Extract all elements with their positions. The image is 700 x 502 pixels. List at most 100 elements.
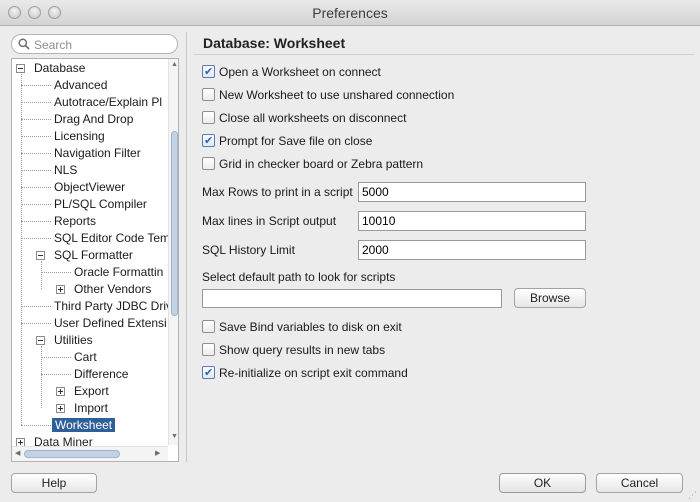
tree-item[interactable]: Worksheet [52,417,116,434]
tree-item-label: Third Party JDBC Driv [54,299,173,313]
tree-item[interactable]: Difference [72,366,130,383]
tree-guide-line [41,261,42,289]
tree-item-label: SQL Editor Code Tem [54,231,171,245]
tree-item[interactable]: Import [72,400,110,417]
checkbox-label: Save Bind variables to disk on exit [219,320,402,334]
tree-item-label: Other Vendors [74,282,152,296]
checkbox-label: Show query results in new tabs [219,343,386,357]
tree-item[interactable]: SQL Editor Code Tem [52,230,172,247]
collapse-icon[interactable] [36,336,45,345]
tree-item[interactable]: Navigation Filter [52,145,143,162]
tree-item[interactable]: Advanced [52,77,109,94]
tree-item[interactable]: Oracle Formattin [72,264,165,281]
preferences-tree: Database Advanced Autotrace/Explain Pl Drag… [11,58,179,462]
tree-vertical-scrollbar[interactable]: ▲ ▼ [168,59,178,445]
checkbox-box[interactable] [202,64,215,80]
tree-item-label: Navigation Filter [54,146,141,160]
checkbox-label: Re-initialize on script exit command [219,366,408,380]
scroll-right-arrow-icon[interactable]: ▶ [155,449,160,457]
checkbox-box[interactable] [202,88,215,101]
default-path-label: Select default path to look for scripts [202,270,396,284]
checkbox-label: New Worksheet to use unshared connection [219,88,455,102]
scroll-up-arrow-icon[interactable]: ▲ [171,61,178,68]
sql-history-limit-label: SQL History Limit [202,243,295,257]
tree-connector [21,136,51,137]
tree-connector [21,170,51,171]
tree-item[interactable]: NLS [52,162,79,179]
window-title: Preferences [312,5,388,21]
tree-item[interactable]: Drag And Drop [52,111,135,128]
expand-icon[interactable] [56,387,65,396]
search-input[interactable] [34,37,172,52]
tree-item-label: Import [74,401,109,415]
title-separator [194,54,694,55]
split-pane-divider[interactable] [186,32,187,462]
tree-connector [21,187,51,188]
tree-item[interactable]: Cart [72,349,99,366]
help-button[interactable]: Help [11,473,97,493]
expand-icon[interactable] [56,404,65,413]
tree-item-label: Export [74,384,109,398]
ok-button[interactable]: OK [499,473,586,493]
scroll-down-arrow-icon[interactable]: ▼ [171,433,178,440]
checkbox-label: Prompt for Save file on close [219,134,373,148]
tree-item-label: Licensing [54,129,105,143]
tree-item[interactable]: Licensing [52,128,107,145]
tree-connector [21,323,51,324]
tree-guide-line [41,346,42,408]
cancel-button[interactable]: Cancel [596,473,683,493]
checkbox-box[interactable] [202,133,215,149]
checkbox-label: Grid in checker board or Zebra pattern [219,157,424,171]
tree-item-label: Database [34,61,86,75]
tree-connector [21,85,51,86]
tree-connector [21,238,51,239]
tree-item[interactable]: SQL Formatter [52,247,135,264]
tree-item[interactable]: Export [72,383,111,400]
tree-item-label: Advanced [54,78,108,92]
browse-button[interactable]: Browse [514,288,586,308]
search-box[interactable] [11,34,178,54]
title-bar: Preferences [0,0,700,26]
tree-item[interactable]: User Defined Extensi [52,315,169,332]
tree-horizontal-scroll-thumb[interactable] [24,450,120,458]
tree-connector [21,204,51,205]
tree-item-label: Difference [74,367,129,381]
tree-item[interactable]: Third Party JDBC Driv [52,298,174,315]
tree-item-label: Oracle Formattin [74,265,164,279]
tree-item[interactable]: Reports [52,213,98,230]
tree-connector [21,119,51,120]
tree-item-label: Autotrace/Explain Pl [54,95,163,109]
tree-connector [21,425,51,426]
tree-item-label: Reports [54,214,97,228]
checkbox-label: Close all worksheets on disconnect [219,111,407,125]
expand-icon[interactable] [56,285,65,294]
checkbox-box[interactable] [202,320,215,333]
collapse-icon[interactable] [36,251,45,260]
max-rows-input[interactable] [358,182,586,202]
tree-item-label: User Defined Extensi [54,316,167,330]
tree-horizontal-scrollbar[interactable]: ◀ ▶ [12,446,168,461]
tree-item-label: PL/SQL Compiler [54,197,147,211]
max-lines-input[interactable] [358,211,586,231]
tree-item[interactable]: ObjectViewer [52,179,127,196]
tree-item[interactable]: Database [32,60,87,77]
tree-item-label: SQL Formatter [54,248,133,262]
tree-connector [21,153,51,154]
tree-item[interactable]: PL/SQL Compiler [52,196,149,213]
tree-item[interactable]: Utilities [52,332,95,349]
checkbox-box[interactable] [202,111,215,124]
tree-item-label: NLS [54,163,78,177]
resize-grip-icon[interactable]: ⋰ [688,490,698,500]
max-lines-label: Max lines in Script output [202,214,337,228]
tree-item[interactable]: Autotrace/Explain Pl [52,94,164,111]
checkbox-box[interactable] [202,343,215,356]
tree-vertical-scroll-thumb[interactable] [171,131,178,316]
checkbox-box[interactable] [202,365,215,381]
default-path-input[interactable] [202,289,502,308]
tree-item[interactable]: Other Vendors [72,281,153,298]
tree-connector [41,374,71,375]
sql-history-limit-input[interactable] [358,240,586,260]
collapse-icon[interactable] [16,64,25,73]
checkbox-box[interactable] [202,157,215,170]
scroll-left-arrow-icon[interactable]: ◀ [15,449,20,457]
